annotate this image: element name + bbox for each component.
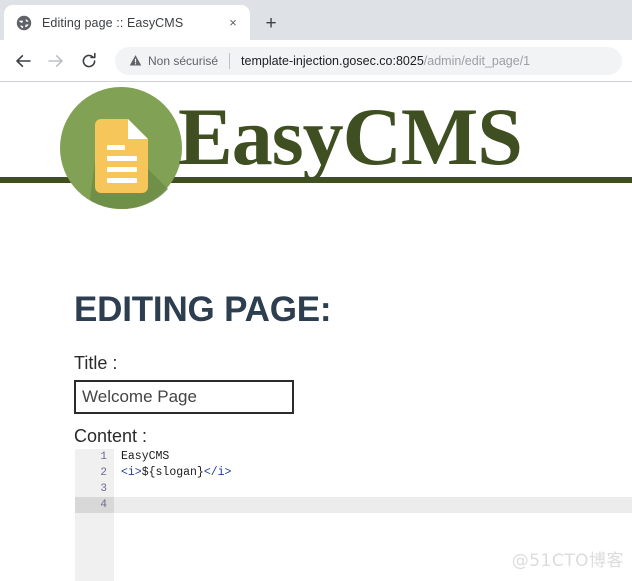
forward-arrow-icon [48,54,63,67]
document-page-icon [60,87,182,209]
line-number: 1 [100,451,107,463]
page-viewport: EasyCMS EDITING PAGE: Title : Content : … [0,84,632,581]
code-token-tag-close: </i> [203,466,232,479]
forward-button[interactable] [41,46,71,76]
address-bar[interactable]: Non sécurisé template-injection.gosec.co… [115,46,622,75]
omnibox-divider [229,52,231,69]
security-label: Non sécurisé [148,53,219,68]
main-content: EDITING PAGE: Title : Content : [0,292,632,447]
watermark: @51CTO博客 [511,551,624,571]
page-title: EDITING PAGE: [74,290,332,329]
browser-chrome: Editing page :: EasyCMS × + Non sécurisé… [0,0,632,82]
tab-strip: Editing page :: EasyCMS × + [0,0,632,40]
line-number: 3 [100,483,107,495]
warning-triangle-icon [129,55,142,66]
globe-icon [16,15,32,30]
site-wordmark: EasyCMS [178,91,523,182]
url-host: template-injection.gosec.co:8025 [241,53,424,68]
url-text: template-injection.gosec.co:8025/admin/e… [241,54,530,68]
browser-tab[interactable]: Editing page :: EasyCMS × [4,5,250,40]
code-line-active[interactable] [114,497,632,513]
back-button[interactable] [8,46,38,76]
editor-gutter: 1 2 3 4 [75,449,114,581]
reload-button[interactable] [74,46,104,76]
tab-title: Editing page :: EasyCMS [42,15,184,30]
title-field-label: Title : [74,353,118,373]
browser-toolbar: Non sécurisé template-injection.gosec.co… [0,40,632,82]
code-line[interactable]: <i>${slogan}</i> [114,465,632,481]
line-number-active: 4 [75,497,114,513]
site-header: EasyCMS [0,84,632,209]
code-token-plain: EasyCMS [121,450,170,463]
line-number: 2 [100,467,107,479]
security-status[interactable]: Non sécurisé [129,54,218,68]
back-arrow-icon [16,54,31,67]
title-input[interactable] [74,380,294,414]
new-tab-button[interactable]: + [258,10,284,36]
close-icon[interactable]: × [224,14,242,32]
url-path: /admin/edit_page/1 [423,53,531,68]
content-field-label: Content : [74,426,148,446]
reload-icon [82,52,96,67]
code-line[interactable] [114,481,632,497]
code-token-expression: ${slogan} [141,466,204,479]
code-line[interactable]: EasyCMS [114,449,632,465]
code-token-tag-open: <i> [121,466,142,479]
